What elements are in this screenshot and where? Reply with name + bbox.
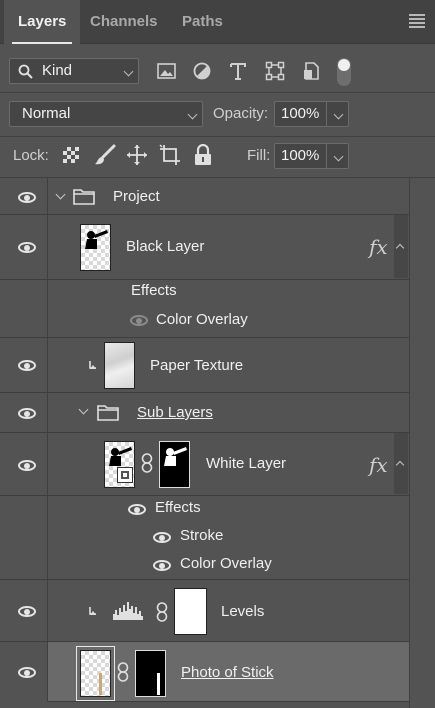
lock-artboard-icon[interactable]	[159, 144, 181, 166]
layers-list: Project Black Layer fx Effects Color Ove…	[0, 178, 435, 708]
visibility-eye-icon[interactable]	[18, 360, 36, 371]
lock-transparent-pixels-icon[interactable]	[63, 147, 79, 163]
shape-layer-filter-icon[interactable]	[265, 61, 285, 81]
effect-color-overlay[interactable]: Color Overlay	[156, 311, 248, 328]
lock-label: Lock:	[13, 147, 49, 164]
layer-mask-thumbnail[interactable]	[135, 650, 166, 697]
effects-label: Effects	[155, 499, 201, 516]
black-layer-effects: Effects Color Overlay	[0, 280, 409, 338]
effects-collapse-toggle[interactable]	[394, 215, 408, 278]
tab-channels[interactable]: Channels	[76, 0, 172, 44]
layer-group-project[interactable]: Project	[0, 178, 409, 215]
layer-levels[interactable]: Levels	[0, 580, 409, 642]
layer-name[interactable]: White Layer	[206, 455, 286, 472]
opacity-label: Opacity:	[213, 105, 269, 122]
effect-color-overlay[interactable]: Color Overlay	[180, 555, 272, 572]
folder-icon	[97, 405, 119, 421]
layer-white-layer[interactable]: White Layer fx	[0, 433, 409, 496]
smart-object-badge-icon	[117, 467, 133, 483]
effects-collapse-toggle[interactable]	[394, 433, 408, 494]
layer-thumbnail[interactable]	[104, 441, 135, 488]
group-expand-chevron-icon[interactable]	[55, 189, 66, 200]
effect-visibility-eye-icon[interactable]	[153, 560, 171, 571]
tab-layers[interactable]: Layers	[4, 0, 81, 45]
visibility-eye-icon[interactable]	[18, 667, 36, 678]
white-layer-effects: Effects Stroke Color Overlay	[0, 496, 409, 580]
filter-kind-label: Kind	[42, 62, 73, 79]
visibility-eye-icon[interactable]	[18, 606, 36, 617]
effect-visibility-eye-icon[interactable]	[130, 315, 148, 326]
fill-value: 100%	[281, 147, 320, 164]
effects-visibility-eye-icon[interactable]	[128, 504, 146, 515]
layers-scrollbar[interactable]	[409, 178, 435, 708]
visibility-eye-icon[interactable]	[18, 192, 36, 203]
link-chain-icon[interactable]	[141, 453, 153, 473]
filter-kind-select[interactable]: Kind	[9, 58, 139, 84]
effect-visibility-eye-icon[interactable]	[153, 532, 171, 543]
levels-histogram-icon	[113, 602, 143, 620]
lock-image-pixels-brush-icon[interactable]	[94, 144, 116, 166]
layer-effects-fx-icon[interactable]: fx	[369, 235, 388, 259]
layer-mask-thumbnail[interactable]	[159, 441, 190, 488]
adjustment-layer-filter-icon[interactable]	[192, 61, 212, 81]
effect-stroke[interactable]: Stroke	[180, 527, 223, 544]
link-chain-icon[interactable]	[117, 662, 129, 682]
panel-menu-icon[interactable]	[409, 14, 425, 28]
layer-name[interactable]: Project	[113, 188, 160, 205]
folder-icon	[73, 189, 95, 205]
layer-mask-thumbnail[interactable]	[174, 588, 207, 635]
fill-label: Fill:	[247, 147, 271, 164]
layer-thumbnail[interactable]	[104, 342, 135, 389]
lock-all-icon[interactable]	[194, 144, 212, 166]
visibility-eye-icon[interactable]	[18, 460, 36, 471]
clipping-mask-arrow-icon	[89, 361, 96, 369]
opacity-input[interactable]: 100%	[274, 101, 349, 127]
link-chain-icon[interactable]	[156, 602, 168, 622]
layer-photo-of-stick[interactable]: Photo of Stick	[0, 642, 409, 702]
layer-thumbnail[interactable]	[76, 646, 115, 701]
blend-mode-select[interactable]: Normal	[9, 101, 203, 127]
layer-paper-texture[interactable]: Paper Texture	[0, 338, 409, 393]
opacity-value: 100%	[281, 105, 320, 122]
filter-toggle-switch[interactable]	[337, 58, 351, 86]
pixel-layer-filter-icon[interactable]	[157, 62, 177, 80]
visibility-eye-icon[interactable]	[18, 408, 36, 419]
tab-paths[interactable]: Paths	[168, 0, 237, 44]
blend-mode-value: Normal	[22, 105, 71, 122]
effects-label: Effects	[131, 282, 177, 299]
layer-black-layer[interactable]: Black Layer fx	[0, 215, 409, 280]
layer-group-sub-layers[interactable]: Sub Layers	[0, 393, 409, 433]
layer-name[interactable]: Paper Texture	[150, 357, 243, 374]
search-icon	[18, 64, 33, 79]
clipping-mask-arrow-icon	[89, 607, 96, 615]
visibility-eye-icon[interactable]	[18, 242, 36, 253]
smart-object-filter-icon[interactable]	[302, 60, 322, 82]
lock-position-move-icon[interactable]	[126, 144, 148, 166]
layer-thumbnail[interactable]	[80, 224, 111, 271]
layer-effects-fx-icon[interactable]: fx	[369, 453, 388, 477]
fill-input[interactable]: 100%	[274, 143, 349, 169]
layer-name[interactable]: Photo of Stick	[181, 664, 274, 681]
group-expand-chevron-icon[interactable]	[78, 404, 89, 415]
layer-name[interactable]: Levels	[221, 603, 264, 620]
type-layer-filter-icon[interactable]	[229, 61, 247, 81]
layer-name[interactable]: Black Layer	[126, 238, 204, 255]
layer-name[interactable]: Sub Layers	[137, 404, 213, 421]
